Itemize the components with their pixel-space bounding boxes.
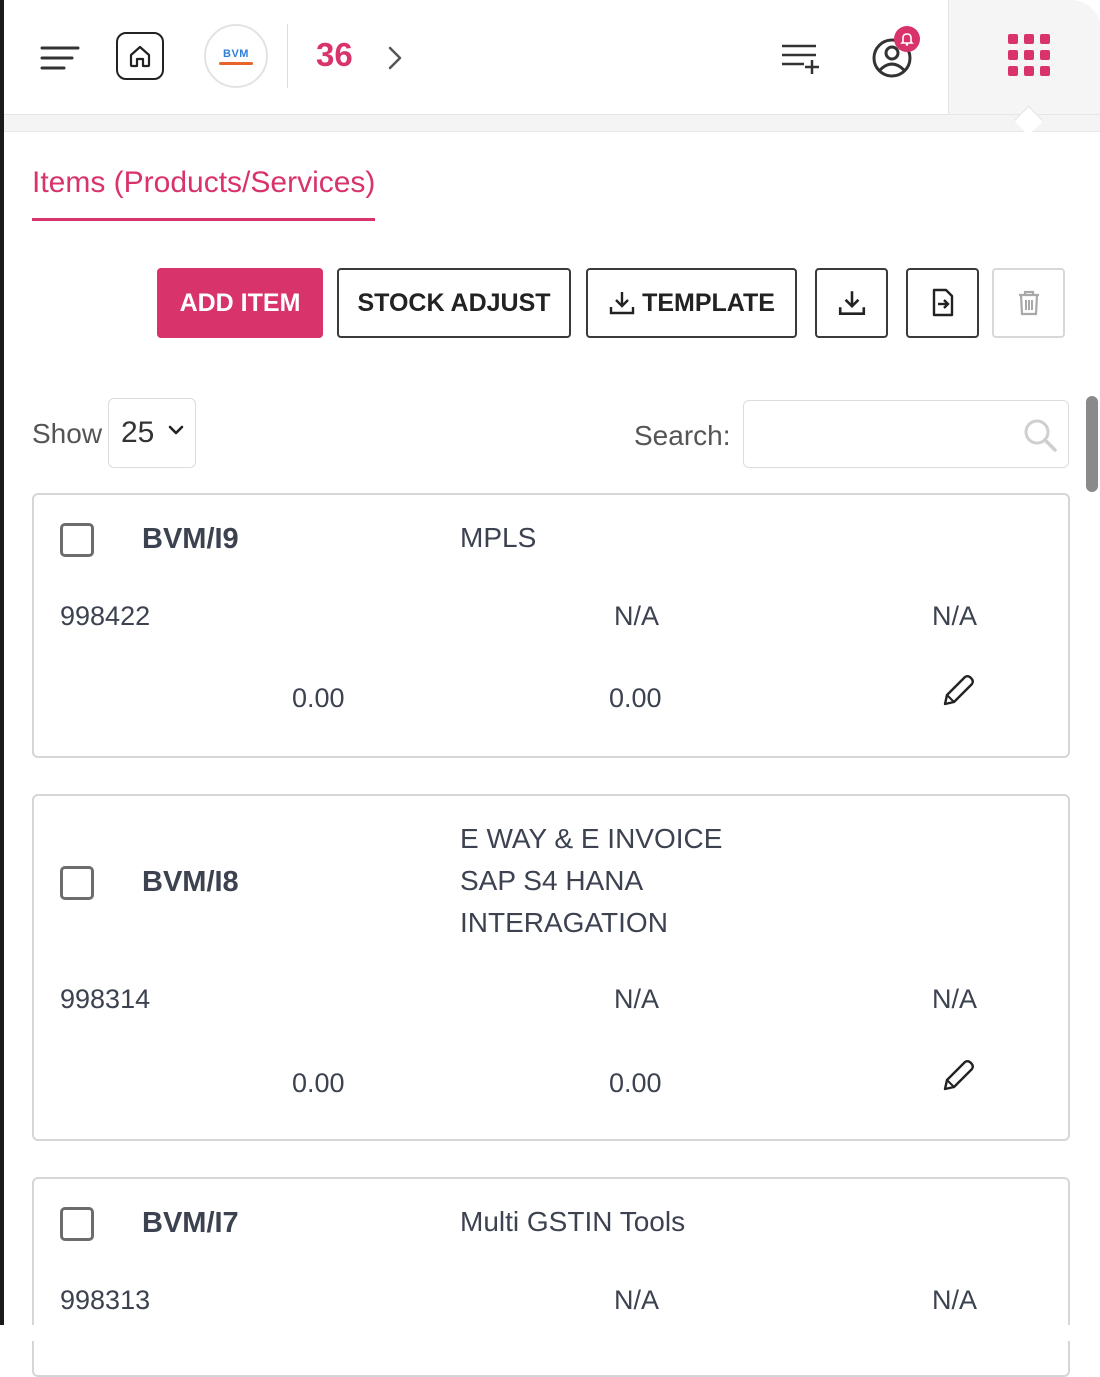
home-button[interactable]	[116, 32, 164, 80]
bell-icon	[894, 26, 920, 52]
item-name-line: SAP S4 HANA	[460, 865, 644, 896]
apps-panel[interactable]	[948, 0, 1100, 114]
item-field-b: N/A	[932, 601, 978, 631]
item-checkbox[interactable]	[60, 1207, 94, 1241]
import-file-button[interactable]	[906, 268, 979, 338]
show-label: Show	[32, 418, 103, 449]
logo-swoosh	[219, 61, 253, 65]
item-value-b: 0.00	[609, 683, 662, 713]
item-name: Multi GSTIN Tools	[460, 1201, 685, 1243]
top-bar: BVM 36	[4, 0, 1100, 115]
edit-icon[interactable]	[938, 671, 978, 711]
item-name-line: INTERAGATION	[460, 907, 668, 938]
stock-adjust-button[interactable]: STOCK ADJUST	[337, 268, 571, 338]
edit-icon[interactable]	[938, 1056, 978, 1096]
item-code[interactable]: BVM/I9	[142, 523, 239, 556]
count-badge[interactable]: 36	[316, 36, 353, 74]
item-hsn: 998314	[60, 984, 151, 1014]
item-card: BVM/I7 Multi GSTIN Tools 998313 N/A N/A	[32, 1177, 1070, 1377]
item-field-b: N/A	[932, 984, 978, 1014]
add-item-button[interactable]: ADD ITEM	[157, 268, 323, 338]
item-hsn: 998313	[60, 1285, 151, 1315]
menu-icon[interactable]	[40, 40, 80, 76]
item-value-b: 0.00	[609, 1068, 662, 1098]
download-icon	[609, 292, 635, 315]
item-card: BVM/I9 MPLS 998422 N/A N/A 0.00 0.00	[32, 493, 1070, 758]
item-field-a: N/A	[614, 984, 660, 1014]
search-input[interactable]	[754, 401, 1018, 463]
scrollbar[interactable]	[1084, 394, 1100, 494]
search-icon[interactable]	[1022, 417, 1058, 453]
company-logo[interactable]: BVM	[204, 24, 268, 88]
search-label: Search:	[634, 420, 731, 451]
search-box	[743, 400, 1069, 468]
page-size-select[interactable]: 25	[108, 398, 196, 468]
trash-icon	[1018, 290, 1039, 316]
viewport-bottom-edge	[0, 1325, 1100, 1341]
tab-items[interactable]: Items (Products/Services)	[32, 166, 376, 221]
chevron-down-icon	[168, 425, 184, 435]
item-field-a: N/A	[614, 601, 660, 631]
item-name-line: Multi GSTIN Tools	[460, 1206, 686, 1237]
template-label: TEMPLATE	[642, 288, 775, 317]
home-icon	[129, 45, 151, 68]
header-divider	[287, 24, 288, 88]
item-name: E WAY & E INVOICE SAP S4 HANA INTERAGATI…	[460, 818, 722, 944]
chevron-right-icon[interactable]	[380, 40, 410, 76]
page-size-value: 25	[121, 416, 155, 449]
item-value-a: 0.00	[292, 1068, 345, 1098]
item-field-b: N/A	[932, 1285, 978, 1315]
item-code[interactable]: BVM/I7	[142, 1207, 239, 1240]
item-field-a: N/A	[614, 1285, 660, 1315]
item-checkbox[interactable]	[60, 866, 94, 900]
item-value-a: 0.00	[292, 683, 345, 713]
download-icon	[838, 291, 865, 315]
item-code[interactable]: BVM/I8	[142, 866, 239, 899]
window-edge	[0, 0, 4, 1341]
user-notification-button[interactable]	[862, 26, 926, 86]
item-name-line: MPLS	[460, 522, 537, 553]
item-name-line: E WAY & E INVOICE	[460, 823, 723, 854]
header-subbar	[4, 115, 1100, 132]
item-hsn: 998422	[60, 601, 151, 631]
template-button[interactable]: TEMPLATE	[586, 268, 797, 338]
file-import-icon	[932, 288, 953, 317]
apps-grid-icon	[1008, 34, 1050, 76]
scrollbar-thumb[interactable]	[1086, 396, 1098, 492]
item-card: BVM/I8 E WAY & E INVOICE SAP S4 HANA INT…	[32, 794, 1070, 1141]
delete-button[interactable]	[992, 268, 1065, 338]
add-list-icon[interactable]	[776, 38, 824, 78]
download-button[interactable]	[815, 268, 888, 338]
item-name: MPLS	[460, 517, 536, 559]
logo-text: BVM	[223, 47, 249, 60]
item-checkbox[interactable]	[60, 523, 94, 557]
